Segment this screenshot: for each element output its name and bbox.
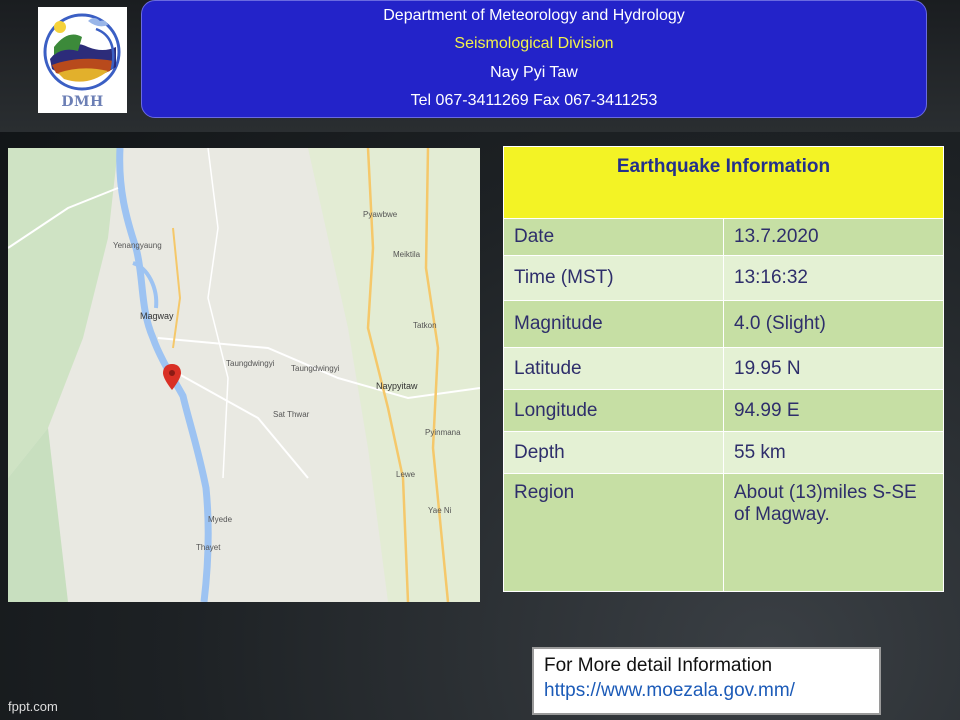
- map-label-lewe: Lewe: [396, 470, 416, 479]
- footer-credit: fppt.com: [8, 699, 58, 714]
- location-name: Nay Pyi Taw: [490, 64, 578, 81]
- map-graphic: [8, 148, 480, 602]
- map-label-pyinmana: Pyinmana: [425, 428, 461, 437]
- row-value-longitude: 94.99 E: [723, 389, 944, 432]
- contact-info: Tel 067-3411269 Fax 067-3411253: [410, 92, 658, 109]
- map-label-meiktila: Meiktila: [393, 250, 421, 259]
- dmh-logo: DMH: [38, 7, 127, 113]
- map-label-taungdwingyi-1: Taungdwingyi: [226, 359, 275, 368]
- epicenter-map[interactable]: Yenangyaung Magway Taungdwingyi Taungdwi…: [8, 148, 480, 602]
- earthquake-info-table: Earthquake Information Date 13.7.2020 Ti…: [503, 146, 944, 592]
- row-value-depth: 55 km: [723, 431, 944, 474]
- row-label-magnitude: Magnitude: [503, 300, 724, 348]
- info-table-title: Earthquake Information: [503, 146, 944, 219]
- table-row: Magnitude 4.0 (Slight): [503, 300, 944, 348]
- table-row: Longitude 94.99 E: [503, 389, 944, 432]
- row-label-region: Region: [503, 473, 724, 592]
- department-name: Department of Meteorology and Hydrology: [383, 7, 685, 24]
- website-link[interactable]: https://www.moezala.gov.mm/: [544, 680, 869, 702]
- table-row: Date 13.7.2020: [503, 218, 944, 256]
- row-value-region: About (13)miles S-SE of Magway.: [723, 473, 944, 592]
- row-label-date: Date: [503, 218, 724, 256]
- row-label-longitude: Longitude: [503, 389, 724, 432]
- row-value-date: 13.7.2020: [723, 218, 944, 256]
- table-row: Region About (13)miles S-SE of Magway.: [503, 473, 944, 592]
- epicenter-marker-icon[interactable]: [163, 364, 181, 390]
- more-info-box: For More detail Information https://www.…: [532, 647, 881, 715]
- logo-text: DMH: [61, 94, 104, 110]
- map-label-taungdwingyi-2: Taungdwingyi: [291, 364, 340, 373]
- map-label-sat-thwar: Sat Thwar: [273, 410, 310, 419]
- table-row: Latitude 19.95 N: [503, 347, 944, 390]
- department-header: Department of Meteorology and Hydrology …: [141, 0, 927, 118]
- row-label-time: Time (MST): [503, 255, 724, 301]
- map-label-pyawbwe: Pyawbwe: [363, 210, 398, 219]
- row-value-time: 13:16:32: [723, 255, 944, 301]
- table-row: Depth 55 km: [503, 431, 944, 474]
- division-name: Seismological Division: [454, 35, 614, 52]
- map-label-thayet: Thayet: [196, 543, 221, 552]
- table-row: Time (MST) 13:16:32: [503, 255, 944, 301]
- map-label-yenangyaung: Yenangyaung: [113, 241, 162, 250]
- more-info-title: For More detail Information: [544, 655, 773, 676]
- row-label-depth: Depth: [503, 431, 724, 474]
- map-label-naypyitaw: Naypyitaw: [376, 381, 418, 391]
- logo-graphic-icon: [43, 13, 121, 91]
- row-value-latitude: 19.95 N: [723, 347, 944, 390]
- row-label-latitude: Latitude: [503, 347, 724, 390]
- map-label-yae-ni: Yae Ni: [428, 506, 452, 515]
- map-label-magway: Magway: [140, 311, 174, 321]
- map-label-myede: Myede: [208, 515, 233, 524]
- row-value-magnitude: 4.0 (Slight): [723, 300, 944, 348]
- map-label-tatkon: Tatkon: [413, 321, 437, 330]
